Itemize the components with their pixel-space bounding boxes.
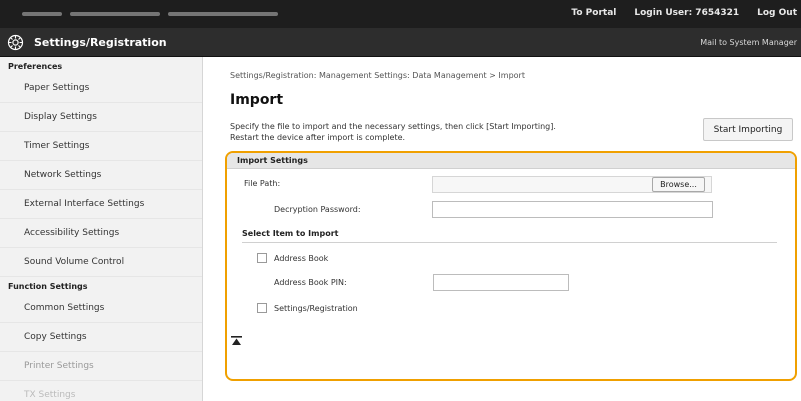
sidebar-section-preferences: Preferences xyxy=(8,62,63,71)
breadcrumb: Settings/Registration: Management Settin… xyxy=(230,71,525,80)
log-out-link[interactable]: Log Out xyxy=(757,8,797,18)
decryption-password-field[interactable] xyxy=(432,201,713,218)
page-title: Import xyxy=(230,92,284,108)
user-nav: To Portal Login User: 7654321 Log Out xyxy=(571,8,797,18)
to-portal-link[interactable]: To Portal xyxy=(571,8,616,18)
address-book-label: Address Book xyxy=(274,254,329,263)
sidebar: Preferences Paper Settings Display Setti… xyxy=(0,57,203,401)
main-content: Settings/Registration: Management Settin… xyxy=(215,57,801,401)
login-user-label: Login User: 7654321 xyxy=(634,8,740,18)
description: Specify the file to import and the neces… xyxy=(230,121,556,143)
mail-to-manager-link[interactable]: Mail to System Manager xyxy=(700,38,797,47)
sidebar-item-copy-settings[interactable]: Copy Settings xyxy=(0,323,202,352)
sidebar-item-network-settings[interactable]: Network Settings xyxy=(0,161,202,190)
sidebar-section-function-settings: Function Settings xyxy=(8,282,88,291)
decryption-password-label: Decryption Password: xyxy=(274,205,361,214)
file-path-label: File Path: xyxy=(244,179,281,188)
address-book-pin-label: Address Book PIN: xyxy=(274,278,347,287)
address-book-checkbox[interactable] xyxy=(257,253,267,263)
settings-logo-icon xyxy=(7,34,24,51)
page-header-title: Settings/Registration xyxy=(34,36,167,49)
title-bar: Settings/Registration Mail to System Man… xyxy=(0,28,801,57)
sidebar-item-common-settings[interactable]: Common Settings xyxy=(0,294,202,323)
sidebar-item-tx-settings[interactable]: TX Settings xyxy=(0,381,202,401)
browse-button[interactable]: Browse... xyxy=(652,177,705,192)
import-settings-header: Import Settings xyxy=(227,153,795,169)
address-book-pin-field[interactable] xyxy=(433,274,569,291)
sidebar-item-display-settings[interactable]: Display Settings xyxy=(0,103,202,132)
top-bar: To Portal Login User: 7654321 Log Out xyxy=(0,0,801,28)
section-divider xyxy=(242,242,777,243)
settings-registration-label: Settings/Registration xyxy=(274,304,358,313)
address-url xyxy=(22,9,278,19)
sidebar-item-external-interface-settings[interactable]: External Interface Settings xyxy=(0,190,202,219)
sidebar-item-sound-volume-control[interactable]: Sound Volume Control xyxy=(0,248,202,277)
back-to-top-icon[interactable] xyxy=(231,336,242,346)
start-importing-button[interactable]: Start Importing xyxy=(703,118,793,141)
description-line-2: Restart the device after import is compl… xyxy=(230,133,406,142)
sidebar-item-timer-settings[interactable]: Timer Settings xyxy=(0,132,202,161)
description-line-1: Specify the file to import and the neces… xyxy=(230,122,556,131)
sidebar-item-accessibility-settings[interactable]: Accessibility Settings xyxy=(0,219,202,248)
settings-registration-checkbox[interactable] xyxy=(257,303,267,313)
select-item-heading: Select Item to Import xyxy=(242,229,339,238)
import-settings-panel: Import Settings File Path: Browse... Dec… xyxy=(225,151,797,381)
sidebar-item-printer-settings[interactable]: Printer Settings xyxy=(0,352,202,381)
sidebar-item-paper-settings[interactable]: Paper Settings xyxy=(0,74,202,103)
